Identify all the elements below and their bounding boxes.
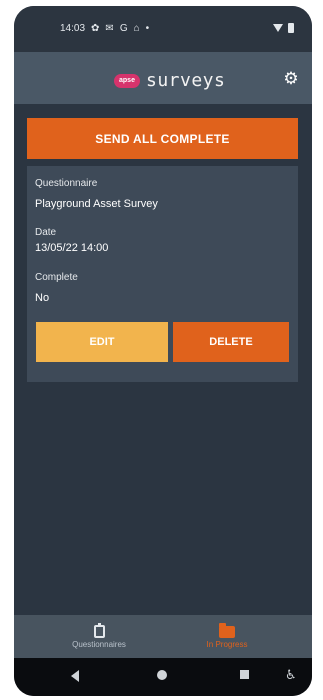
nav-label-questionnaires: Questionnaires <box>72 640 126 649</box>
back-icon[interactable] <box>71 670 79 682</box>
wifi-icon <box>273 24 283 32</box>
google-icon: G <box>119 22 128 34</box>
battery-icon <box>288 23 294 33</box>
nav-in-progress[interactable]: In Progress <box>162 619 292 655</box>
main-content: SEND ALL COMPLETE Questionnaire Playgrou… <box>14 104 312 615</box>
system-nav-bar: ♿ <box>14 658 312 696</box>
complete-label: Complete <box>35 272 78 283</box>
ticket-icon: ⌂ <box>133 22 140 34</box>
status-time: 14:03 <box>60 23 86 34</box>
phone-screen: 14:03 ✿ ✉ G ⌂ • apse surveys ⚙ SEND ALL … <box>14 6 312 696</box>
bottom-nav: Questionnaires In Progress <box>14 615 312 658</box>
date-value: 13/05/22 14:00 <box>35 242 109 254</box>
app-logo: apse surveys <box>114 70 225 91</box>
app-name: surveys <box>146 70 226 91</box>
status-bar: 14:03 ✿ ✉ G ⌂ • <box>14 6 312 52</box>
app-header: apse surveys ⚙ <box>14 52 312 104</box>
mail-icon: ✉ <box>105 22 114 34</box>
folder-icon <box>219 622 235 638</box>
logo-badge: apse <box>114 73 140 88</box>
dot-icon: • <box>145 22 150 34</box>
accessibility-icon[interactable]: ♿ <box>285 668 297 681</box>
delete-button[interactable]: DELETE <box>173 322 289 362</box>
settings-icon: ✿ <box>91 22 100 34</box>
status-right <box>273 23 294 33</box>
status-left: 14:03 ✿ ✉ G ⌂ • <box>60 23 149 34</box>
gear-icon: ⚙ <box>283 68 299 88</box>
home-icon[interactable] <box>157 670 167 680</box>
complete-value: No <box>35 292 50 304</box>
settings-button[interactable]: ⚙ <box>280 67 302 89</box>
date-label: Date <box>35 227 57 238</box>
edit-button[interactable]: EDIT <box>36 322 168 362</box>
nav-label-in-progress: In Progress <box>206 639 248 649</box>
survey-card: Questionnaire Playground Asset Survey Da… <box>27 166 298 382</box>
questionnaire-value: Playground Asset Survey <box>35 198 158 210</box>
clipboard-icon <box>93 623 105 638</box>
recents-icon[interactable] <box>240 670 249 679</box>
questionnaire-label: Questionnaire <box>35 178 98 189</box>
send-all-complete-button[interactable]: SEND ALL COMPLETE <box>27 118 298 159</box>
nav-questionnaires[interactable]: Questionnaires <box>34 619 164 655</box>
